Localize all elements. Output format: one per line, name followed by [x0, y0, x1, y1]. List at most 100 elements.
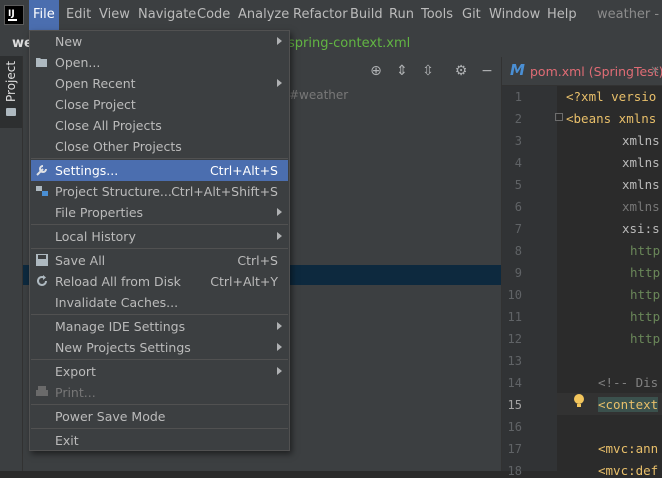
- minimize-icon[interactable]: −: [479, 63, 495, 79]
- folder-icon: [6, 108, 16, 116]
- menu-item-project-structure[interactable]: Project Structure... Ctrl+Alt+Shift+S: [31, 181, 288, 202]
- menu-item-invalidate-caches[interactable]: Invalidate Caches...: [31, 292, 288, 313]
- menu-item-print: Print...: [31, 382, 288, 403]
- lightbulb-icon[interactable]: [574, 394, 584, 407]
- folder-open-icon: [36, 58, 47, 67]
- menu-item-settings[interactable]: Settings... Ctrl+Alt+S: [31, 160, 288, 181]
- print-icon: [36, 386, 48, 396]
- shortcut-text: Ctrl+Alt+S: [209, 163, 278, 178]
- shortcut-text: Ctrl+Alt+Y: [210, 274, 278, 289]
- menu-view[interactable]: View: [99, 0, 130, 30]
- menu-help[interactable]: Help: [547, 0, 577, 30]
- menu-item-new-projects-settings[interactable]: New Projects Settings: [31, 337, 288, 358]
- line-number: 7: [514, 222, 522, 236]
- line-number: 6: [514, 200, 522, 214]
- menu-build[interactable]: Build: [350, 0, 383, 30]
- line-number: 4: [514, 156, 522, 170]
- menu-code[interactable]: Code: [197, 0, 230, 30]
- code-line: http: [630, 265, 661, 280]
- wrench-icon: [36, 165, 47, 176]
- code-line: xmlns: [622, 133, 660, 148]
- project-tool-label: Project: [4, 60, 18, 102]
- code-line: http: [630, 309, 661, 324]
- menu-separator: [31, 404, 288, 405]
- menu-item-power-save-mode[interactable]: Power Save Mode: [31, 406, 288, 427]
- menu-item-new[interactable]: New: [31, 31, 288, 52]
- editor-tab-label: pom.xml (SpringTest): [530, 64, 662, 79]
- close-icon[interactable]: ×: [650, 63, 660, 77]
- menu-item-export[interactable]: Export: [31, 361, 288, 382]
- menu-item-save-all[interactable]: Save All Ctrl+S: [31, 250, 288, 271]
- code-line: xmlns: [622, 199, 660, 214]
- menu-item-close-project[interactable]: Close Project: [31, 94, 288, 115]
- menu-git[interactable]: Git: [462, 0, 481, 30]
- line-number-current: 15: [507, 398, 522, 412]
- tab-spring-context[interactable]: spring-context.xml: [288, 30, 410, 57]
- project-panel-toolbar: ⊕ ⇕ ⇳ ⚙ −: [360, 60, 500, 82]
- editor-tab-pom[interactable]: M pom.xml (SpringTest) ×: [502, 57, 662, 85]
- expand-all-icon[interactable]: ⇕: [394, 63, 410, 79]
- gear-icon[interactable]: ⚙: [453, 63, 469, 79]
- menu-window[interactable]: Window: [489, 0, 540, 30]
- submenu-arrow-icon: [277, 79, 282, 87]
- code-line: http: [630, 331, 661, 346]
- code-line: http: [630, 243, 661, 258]
- menu-item-file-properties[interactable]: File Properties: [31, 202, 288, 223]
- code-line: xmlns: [622, 177, 660, 192]
- locate-icon[interactable]: ⊕: [368, 63, 384, 79]
- menu-item-reload-all[interactable]: Reload All from Disk Ctrl+Alt+Y: [31, 271, 288, 292]
- line-number: 12: [507, 332, 522, 346]
- code-line-current: <context: [598, 397, 659, 412]
- submenu-arrow-icon: [277, 322, 282, 330]
- code-line: xmlns: [622, 155, 660, 170]
- line-number: 16: [507, 420, 522, 434]
- menu-separator: [31, 158, 288, 159]
- line-number: 1: [514, 90, 522, 104]
- line-number: 17: [507, 442, 522, 456]
- line-number: 14: [507, 376, 522, 390]
- menu-navigate[interactable]: Navigate: [138, 0, 196, 30]
- line-number: 2: [514, 112, 522, 126]
- shortcut-text: Ctrl+S: [237, 253, 278, 268]
- submenu-arrow-icon: [277, 343, 282, 351]
- code-line: xsi:s: [622, 221, 660, 236]
- menu-item-open-recent[interactable]: Open Recent: [31, 73, 288, 94]
- line-number: 10: [507, 288, 522, 302]
- line-number: 8: [514, 244, 522, 258]
- menu-tools[interactable]: Tools: [421, 0, 453, 30]
- menu-separator: [31, 314, 288, 315]
- reload-icon: [37, 275, 47, 286]
- submenu-arrow-icon: [277, 367, 282, 375]
- menu-item-close-all-projects[interactable]: Close All Projects: [31, 115, 288, 136]
- window-title: weather - sp: [597, 7, 662, 22]
- collapse-all-icon[interactable]: ⇳: [420, 63, 436, 79]
- line-number: 5: [514, 178, 522, 192]
- menu-run[interactable]: Run: [389, 0, 414, 30]
- maven-icon: M: [510, 61, 525, 79]
- menu-separator: [31, 359, 288, 360]
- menu-item-local-history[interactable]: Local History: [31, 226, 288, 247]
- menu-item-close-other-projects[interactable]: Close Other Projects: [31, 136, 288, 157]
- file-menu-dropdown: New Open... Open Recent Close Project Cl…: [29, 30, 290, 451]
- code-line: <beans xmlns: [566, 111, 657, 126]
- menu-item-exit[interactable]: Exit: [31, 430, 288, 451]
- menu-item-manage-ide-settings[interactable]: Manage IDE Settings: [31, 316, 288, 337]
- menu-refactor[interactable]: Refactor: [293, 0, 348, 30]
- code-line: <mvc:ann: [598, 441, 659, 456]
- project-structure-icon: [36, 186, 48, 196]
- submenu-arrow-icon: [277, 232, 282, 240]
- menu-analyze[interactable]: Analyze: [238, 0, 289, 30]
- menu-separator: [31, 428, 288, 429]
- line-number: 11: [507, 310, 522, 324]
- menu-item-open[interactable]: Open...: [31, 52, 288, 73]
- menu-edit[interactable]: Edit: [66, 0, 91, 30]
- fold-icon[interactable]: [555, 113, 563, 121]
- menu-file[interactable]: File: [29, 0, 59, 30]
- line-number: 9: [514, 266, 522, 280]
- line-number: 3: [514, 134, 522, 148]
- line-number: 18: [507, 464, 522, 478]
- project-tree-hint: #weather: [289, 88, 349, 102]
- menu-separator: [31, 224, 288, 225]
- submenu-arrow-icon: [277, 37, 282, 45]
- shortcut-text: Ctrl+Alt+Shift+S: [171, 184, 278, 199]
